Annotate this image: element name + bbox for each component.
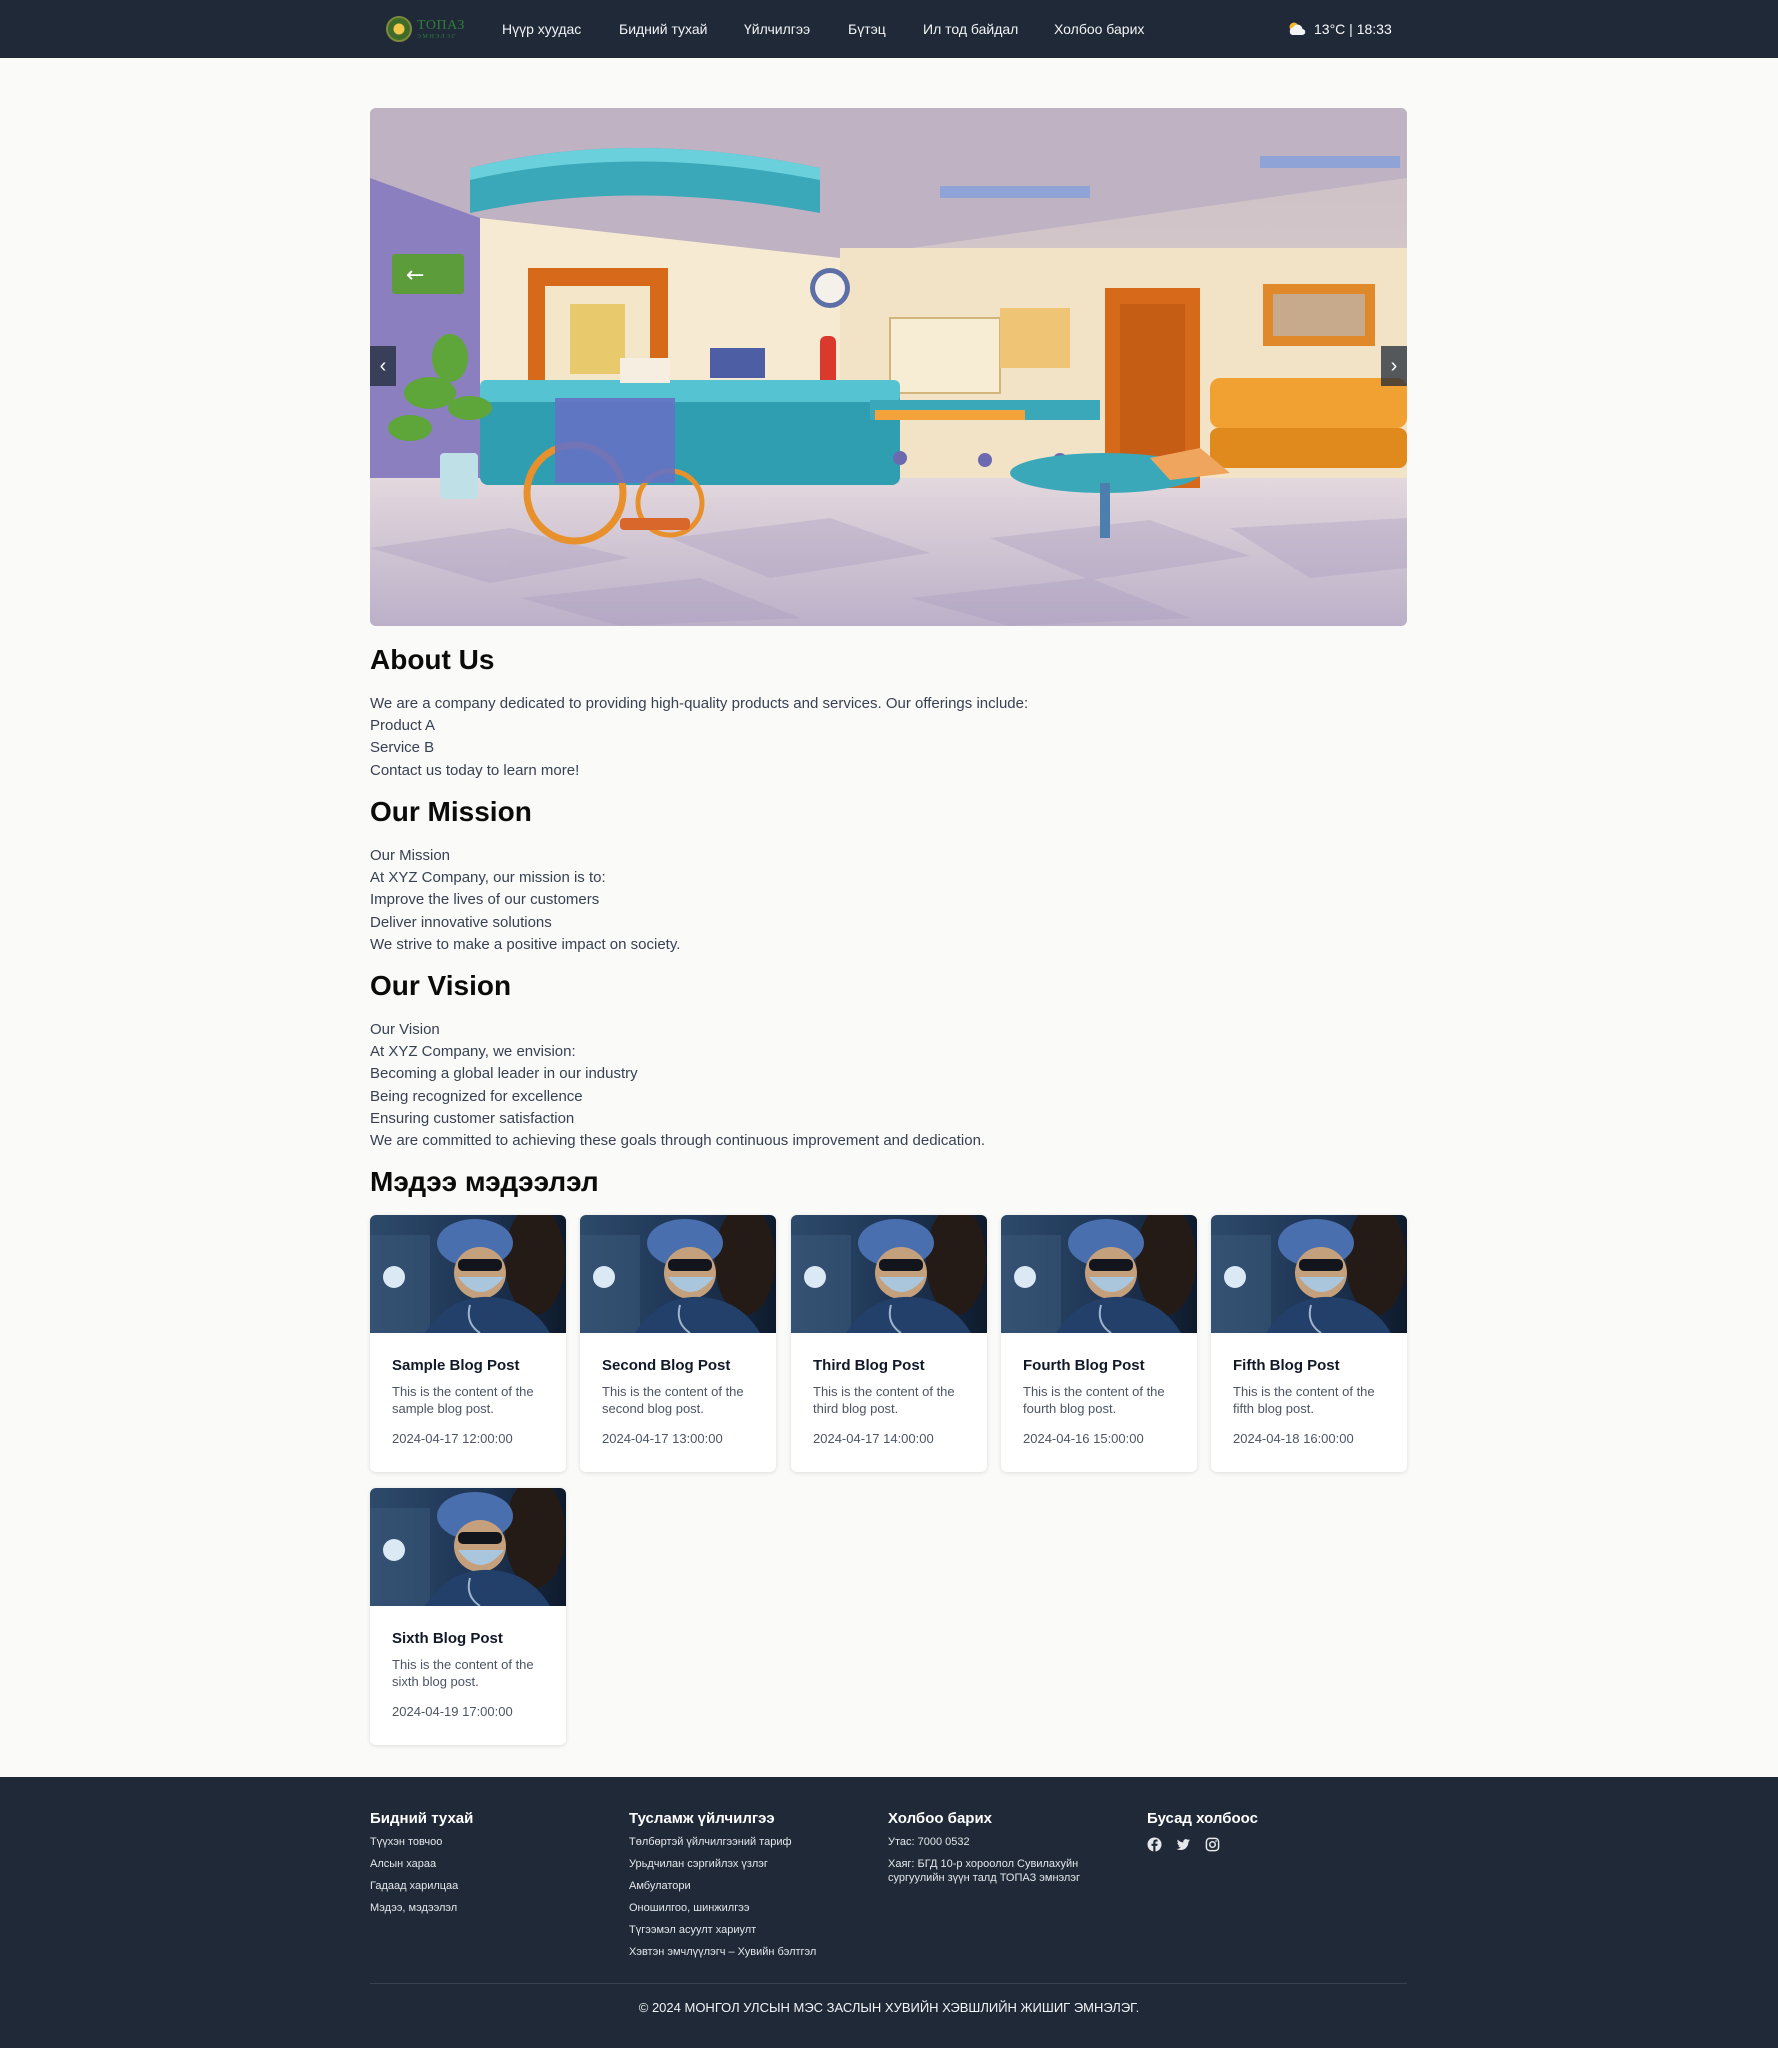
news-card[interactable]: Third Blog Post This is the content of t… (791, 1215, 987, 1472)
footer-link-faq[interactable]: Түгээмэл асуулт хариулт (629, 1924, 756, 1936)
news-card-title[interactable]: Fifth Blog Post (1233, 1357, 1385, 1374)
footer-link-vision[interactable]: Алсын хараа (370, 1858, 436, 1870)
news-card-date: 2024-04-19 17:00:00 (392, 1704, 513, 1719)
logo-line1: ТОПАЗ (417, 17, 465, 33)
instagram-icon[interactable] (1205, 1837, 1220, 1852)
footer-link-ambulatory[interactable]: Амбулатори (629, 1880, 691, 1892)
news-card-image (580, 1215, 776, 1333)
mission-line: We strive to make a positive impact on s… (370, 935, 681, 953)
carousel-next-button[interactable]: › (1381, 346, 1407, 386)
mission-text: Our Mission At XYZ Company, our mission … (370, 845, 680, 956)
about-line: Service B (370, 739, 435, 757)
mission-line: Deliver innovative solutions (370, 913, 552, 931)
mission-line: Improve the lives of our customers (370, 891, 600, 909)
vision-line: Our Vision (370, 1021, 440, 1038)
vision-line: Becoming a global leader in our industry (370, 1065, 638, 1083)
news-card-image (370, 1488, 566, 1606)
nav-transparency[interactable]: Ил тод байдал (923, 0, 1018, 58)
news-card-title[interactable]: Sample Blog Post (392, 1357, 544, 1374)
news-card-title[interactable]: Second Blog Post (602, 1357, 754, 1374)
about-line: Product A (370, 717, 436, 735)
news-card-title[interactable]: Third Blog Post (813, 1357, 965, 1374)
facebook-icon[interactable] (1147, 1837, 1162, 1852)
top-navigation-bar: ТОПАЗ ЭМНЭЛЭГ Нүүр хуудас Бидний тухай Ү… (0, 0, 1778, 58)
footer-link-checkup[interactable]: Урьдчилан сэргийлэх үзлэг (629, 1858, 768, 1870)
news-card-image (370, 1215, 566, 1333)
vision-text: Our Vision At XYZ Company, we envision: … (370, 1019, 985, 1152)
about-text: We are a company dedicated to providing … (370, 693, 1028, 782)
footer-other-title: Бусад холбоос (1147, 1810, 1258, 1827)
footer-copyright: © 2024 МОНГОЛ УЛСЫН МЭС ЗАСЛЫН ХУВИЙН ХЭ… (638, 2000, 1140, 2015)
vision-line: We are committed to achieving these goal… (370, 1132, 986, 1150)
vision-line: Ensuring customer satisfaction (370, 1109, 575, 1127)
footer-link-news[interactable]: Мэдээ, мэдээлэл (370, 1902, 457, 1914)
nav-home[interactable]: Нүүр хуудас (502, 0, 581, 58)
news-card-date: 2024-04-17 12:00:00 (392, 1431, 513, 1446)
logo-line2: ЭМНЭЛЭГ (417, 33, 457, 40)
carousel-prev-button[interactable]: ‹ (370, 346, 396, 386)
news-card-title[interactable]: Fourth Blog Post (1023, 1357, 1175, 1374)
weather-text: 13°C | 18:33 (1314, 21, 1392, 37)
footer-phone: Утас: 7000 0532 (888, 1836, 970, 1848)
footer-about-title: Бидний тухай (370, 1810, 474, 1827)
about-line: We are a company dedicated to providing … (370, 695, 1029, 712)
nav-about[interactable]: Бидний тухай (619, 0, 707, 58)
news-card[interactable]: Fifth Blog Post This is the content of t… (1211, 1215, 1407, 1472)
footer-link-history[interactable]: Түүхэн товчоо (370, 1836, 442, 1848)
mission-line: Our Mission (370, 847, 451, 864)
news-card-image (1211, 1215, 1407, 1333)
news-card-text: This is the content of the fourth blog p… (1023, 1384, 1165, 1416)
nav-structure[interactable]: Бүтэц (848, 0, 886, 58)
logo-emblem-icon (386, 16, 412, 42)
news-card-text: This is the content of the sixth blog po… (392, 1657, 534, 1689)
news-card[interactable]: Fourth Blog Post This is the content of … (1001, 1215, 1197, 1472)
footer-services-title: Тусламж үйлчилгээ (629, 1810, 775, 1827)
nav-contact[interactable]: Холбоо барих (1054, 0, 1144, 58)
news-card-text: This is the content of the third blog po… (813, 1384, 955, 1416)
mission-title: Our Mission (370, 796, 532, 827)
vision-line: Being recognized for excellence (370, 1087, 583, 1105)
topaz-logo[interactable]: ТОПАЗ ЭМНЭЛЭГ (386, 14, 468, 44)
nav-services[interactable]: Үйлчилгээ (744, 0, 810, 58)
news-card-image (1001, 1215, 1197, 1333)
footer-link-foreign-relations[interactable]: Гадаад харилцаа (370, 1880, 458, 1892)
twitter-icon[interactable] (1176, 1837, 1191, 1852)
footer-address-line2: сургуулийн зүүн талд ТОПАЗ эмнэлэг (888, 1872, 1080, 1884)
about-line: Contact us today to learn more! (370, 761, 580, 779)
news-title: Мэдээ мэдээлэл (370, 1166, 599, 1197)
footer-address-line1: Хаяг: БГД 10-р хороолол Сувилахуйн (888, 1858, 1079, 1870)
weather-widget: 13°C | 18:33 (1286, 0, 1392, 58)
news-card-date: 2024-04-17 14:00:00 (813, 1431, 934, 1446)
mission-line: At XYZ Company, our mission is to: (370, 869, 606, 887)
news-card-date: 2024-04-16 15:00:00 (1023, 1431, 1144, 1446)
partly-cloudy-icon (1289, 22, 1306, 36)
hero-carousel[interactable]: ← ‹ › (370, 108, 1407, 626)
news-card-text: This is the content of the fifth blog po… (1233, 1384, 1375, 1416)
footer-link-tariff[interactable]: Төлбөртэй үйлчилгээний тариф (629, 1836, 792, 1848)
site-footer: Бидний тухай Түүхэн товчоо Алсын хараа Г… (0, 1777, 1778, 2048)
footer-link-diagnostics[interactable]: Оношилгоо, шинжилгээ (629, 1902, 749, 1914)
news-card[interactable]: Sample Blog Post This is the content of … (370, 1215, 566, 1472)
svg-text:←: ← (406, 263, 424, 288)
footer-divider (370, 1983, 1407, 1984)
footer-contact-title: Холбоо барих (888, 1810, 993, 1827)
vision-line: At XYZ Company, we envision: (370, 1043, 576, 1061)
logo-wordmark: ТОПАЗ ЭМНЭЛЭГ (417, 17, 465, 40)
vision-title: Our Vision (370, 970, 512, 1001)
news-card[interactable]: Sixth Blog Post This is the content of t… (370, 1488, 566, 1745)
news-card[interactable]: Second Blog Post This is the content of … (580, 1215, 776, 1472)
hospital-lobby-illustration: ← (370, 108, 1407, 626)
news-card-image (791, 1215, 987, 1333)
news-card-text: This is the content of the sample blog p… (392, 1384, 534, 1416)
footer-link-inpatient[interactable]: Хэвтэн эмчлүүлэгч – Хувийн бэлтгэл (629, 1946, 816, 1958)
news-card-date: 2024-04-17 13:00:00 (602, 1431, 723, 1446)
about-title: About Us (370, 644, 495, 675)
news-card-text: This is the content of the second blog p… (602, 1384, 744, 1416)
news-card-date: 2024-04-18 16:00:00 (1233, 1431, 1354, 1446)
news-card-title[interactable]: Sixth Blog Post (392, 1630, 544, 1647)
